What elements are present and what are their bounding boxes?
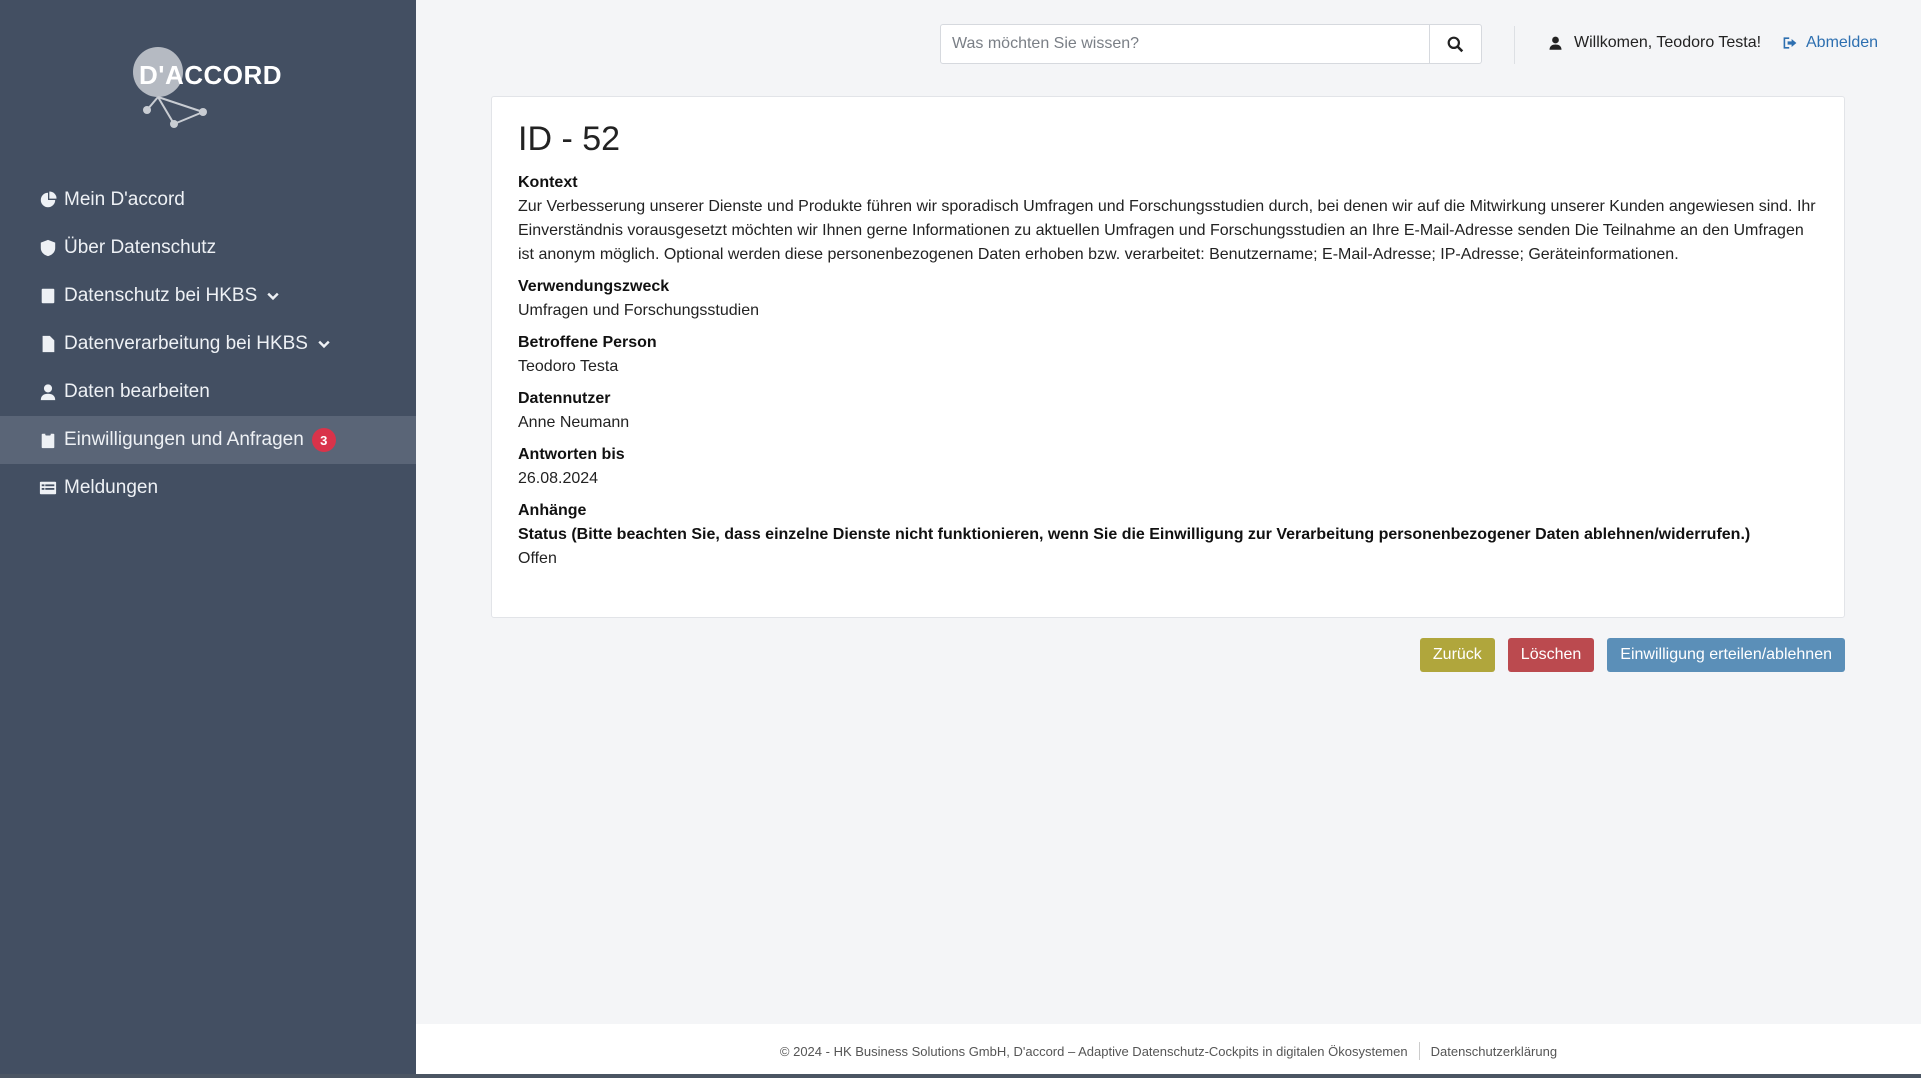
logout-link[interactable]: Abmelden — [1782, 34, 1878, 52]
purpose-value: Umfragen und Forschungsstudien — [518, 302, 760, 319]
page-title: ID - 52 — [518, 120, 621, 158]
sidebar-item-ueber-datenschutz[interactable]: Über Datenschutz — [0, 224, 416, 272]
status-value: Offen — [518, 550, 557, 567]
person-value: Teodoro Testa — [518, 358, 619, 375]
data-user-label: Datennutzer — [518, 390, 611, 407]
sidebar-nav: Mein D'accord Über Datenschutz Datenschu… — [0, 176, 416, 512]
consent-button[interactable]: Einwilligung erteilen/ablehnen — [1607, 638, 1845, 672]
search-button[interactable] — [1429, 25, 1481, 63]
deadline-value: 26.08.2024 — [518, 470, 599, 487]
purpose-label: Verwendungszweck — [518, 278, 670, 295]
action-buttons: Zurück Löschen Einwilligung erteilen/abl… — [1419, 638, 1845, 672]
header-divider — [1514, 26, 1515, 64]
logo-text: D'ACCORD — [139, 60, 283, 90]
pie-chart-icon — [38, 190, 58, 210]
sidebar-item-einwilligungen[interactable]: Einwilligungen und Anfragen 3 — [0, 416, 416, 464]
sidebar-item-datenverarbeitung-hkbs[interactable]: Datenverarbeitung bei HKBS — [0, 320, 416, 368]
footer: © 2024 - HK Business Solutions GmbH, D'a… — [416, 1024, 1921, 1078]
search-box — [940, 24, 1482, 64]
user-icon — [1549, 36, 1562, 50]
footer-divider — [1418, 1042, 1420, 1060]
sidebar: D'ACCORD Mein D'accord Über Datenschutz … — [0, 0, 416, 1078]
person-label: Betroffene Person — [518, 334, 657, 351]
welcome-text: Willkomen, Teodoro Testa! — [1574, 34, 1762, 51]
sidebar-item-label: Daten bearbeiten — [64, 381, 210, 402]
sidebar-item-meldungen[interactable]: Meldungen — [0, 464, 416, 512]
logout-label: Abmelden — [1806, 34, 1879, 51]
file-icon — [38, 334, 58, 354]
sidebar-item-label: Meldungen — [64, 477, 159, 498]
shield-icon — [38, 238, 58, 258]
sidebar-item-label: Einwilligungen und Anfragen — [64, 429, 304, 450]
sidebar-item-mein-daccord[interactable]: Mein D'accord — [0, 176, 416, 224]
search-icon — [1447, 36, 1464, 52]
delete-button[interactable]: Löschen — [1507, 638, 1595, 672]
sidebar-item-daten-bearbeiten[interactable]: Daten bearbeiten — [0, 368, 416, 416]
chevron-down-icon[interactable] — [316, 336, 332, 352]
welcome-message: Willkomen, Teodoro Testa! — [1548, 34, 1761, 52]
deadline-label: Antworten bis — [518, 446, 625, 463]
sidebar-item-label: Über Datenschutz — [64, 237, 217, 258]
list-icon — [38, 478, 58, 498]
privacy-link[interactable]: Datenschutzerklärung — [1431, 1044, 1557, 1059]
sign-out-icon — [1783, 37, 1797, 49]
sidebar-item-datenschutz-hkbs[interactable]: Datenschutz bei HKBS — [0, 272, 416, 320]
data-user-value: Anne Neumann — [518, 414, 630, 431]
attachments-label: Anhänge — [518, 502, 587, 519]
user-icon — [38, 382, 58, 402]
sidebar-item-label: Datenschutz bei HKBS — [64, 285, 258, 306]
bottom-edge — [0, 1074, 1921, 1078]
search-input[interactable] — [941, 25, 1429, 63]
notification-badge: 3 — [311, 428, 336, 452]
clipboard-icon — [38, 430, 58, 450]
book-icon — [38, 286, 58, 306]
context-text: Zur Verbesserung unserer Dienste und Pro… — [518, 198, 1816, 263]
sidebar-item-label: Datenverarbeitung bei HKBS — [64, 333, 308, 354]
daccord-logo[interactable]: D'ACCORD — [125, 42, 295, 132]
back-button[interactable]: Zurück — [1419, 638, 1495, 672]
status-label: Status (Bitte beachten Sie, dass einzeln… — [518, 526, 1751, 543]
footer-copyright: © 2024 - HK Business Solutions GmbH, D'a… — [779, 1043, 1408, 1059]
chevron-down-icon[interactable] — [265, 288, 281, 304]
detail-card: ID - 52 Kontext Zur Verbesserung unserer… — [491, 96, 1845, 618]
context-label: Kontext — [518, 174, 578, 191]
sidebar-item-label: Mein D'accord — [64, 189, 185, 210]
